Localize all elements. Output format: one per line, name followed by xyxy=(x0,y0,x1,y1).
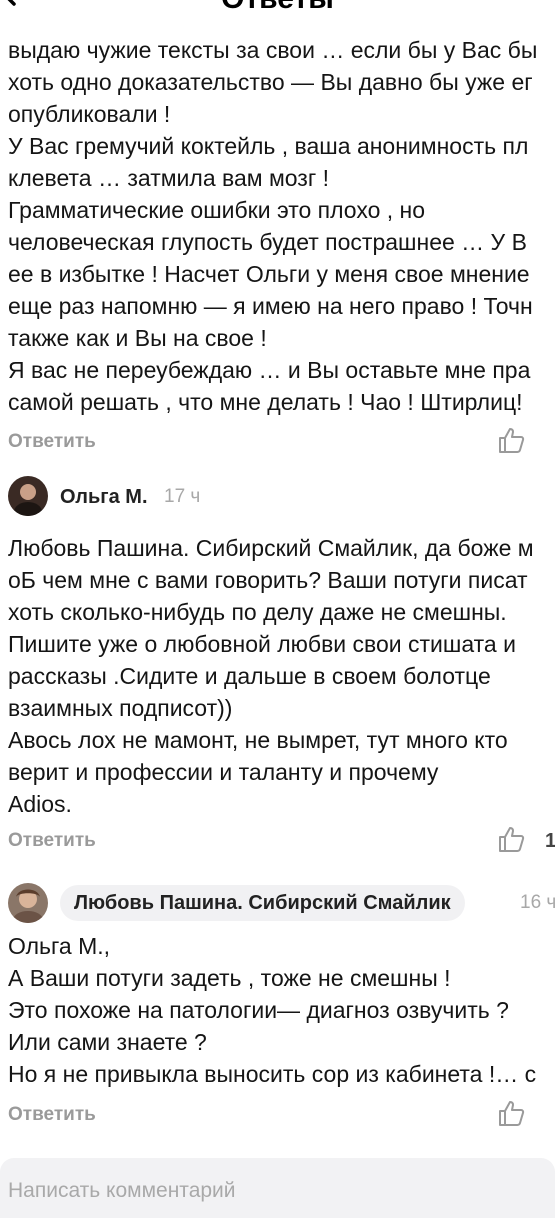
reply-button[interactable]: Ответить xyxy=(8,829,96,853)
comment-text-line: клевета … затмила вам мозг ! xyxy=(8,165,330,191)
comment-text-line: Но я не привыкла выносить сор из кабинет… xyxy=(8,1061,537,1087)
comment-text-line: верит и профессии и таланту и прочему xyxy=(8,759,439,785)
comment-text-line: Я вас не переубеждаю … и Вы оставьте мне… xyxy=(8,357,531,383)
comment-text-line: выдаю чужие тексты за свои … если бы у В… xyxy=(8,37,538,63)
comment-timestamp: 17 ч xyxy=(164,486,201,507)
comment-text-line: Пишите уже о любовной любви свои стишата… xyxy=(8,631,516,657)
comment-text-line: еще раз напомню — я имею на него право !… xyxy=(8,293,533,319)
comment-text-line: хоть одно доказательство — Вы давно бы у… xyxy=(8,69,533,95)
comment-text-line: Грамматические ошибки это плохо , но xyxy=(8,197,426,223)
avatar[interactable] xyxy=(8,883,48,923)
comment-text-line: Ольга М., xyxy=(8,933,111,959)
thumbs-up-icon[interactable] xyxy=(496,824,526,854)
avatar[interactable] xyxy=(8,476,48,516)
comment-text-line: Adios. xyxy=(8,791,72,817)
like-count: 1 xyxy=(545,830,555,852)
author-name[interactable]: Ольга М. xyxy=(60,484,148,510)
comment-timestamp: 16 ч xyxy=(520,892,555,913)
comment-text-line: человеческая глупость будет пострашнее …… xyxy=(8,229,527,255)
comment-text-line: рассказы .Сидите и дальше в своем болотц… xyxy=(8,663,491,689)
reply-button[interactable]: Ответить xyxy=(8,1103,96,1127)
comment-text-line: Это похоже на патологии— диагноз озвучит… xyxy=(8,997,509,1023)
comment-text-line: Или сами знаете ? xyxy=(8,1029,207,1055)
page-title: Ответы xyxy=(0,0,555,14)
comment-text-line: взаимных подписот)) xyxy=(8,695,233,721)
comment-text-line: Любовь Пашина. Сибирский Смайлик, да бож… xyxy=(8,535,534,561)
comment-text-line: опубликовали ! xyxy=(8,101,171,127)
comment-text-line: У Вас гремучий коктейль , ваша анонимнос… xyxy=(8,133,529,159)
comment-input[interactable] xyxy=(8,1176,528,1206)
comment-text-line: самой решать , что мне делать ! Чао ! Шт… xyxy=(8,389,523,415)
thumbs-up-icon[interactable] xyxy=(496,425,526,455)
comment-text-line: Авось лох не мамонт, не вымрет, тут мног… xyxy=(8,727,508,753)
reply-button[interactable]: Ответить xyxy=(8,430,96,454)
comment-text-line: также как и Вы на свое ! xyxy=(8,325,267,351)
comment-text-line: оБ чем мне с вами говорить? Ваши потуги … xyxy=(8,567,528,593)
comment-text-line: А Ваши потуги задеть , тоже не смешны ! xyxy=(8,965,451,991)
author-name[interactable]: Любовь Пашина. Сибирский Смайлик xyxy=(60,885,465,921)
comment-text-line: хоть сколько-нибудь по делу даже не смеш… xyxy=(8,599,507,625)
comment-text-line: ее в избытке ! Насчет Ольги у меня свое … xyxy=(8,261,530,287)
thumbs-up-icon[interactable] xyxy=(496,1098,526,1128)
